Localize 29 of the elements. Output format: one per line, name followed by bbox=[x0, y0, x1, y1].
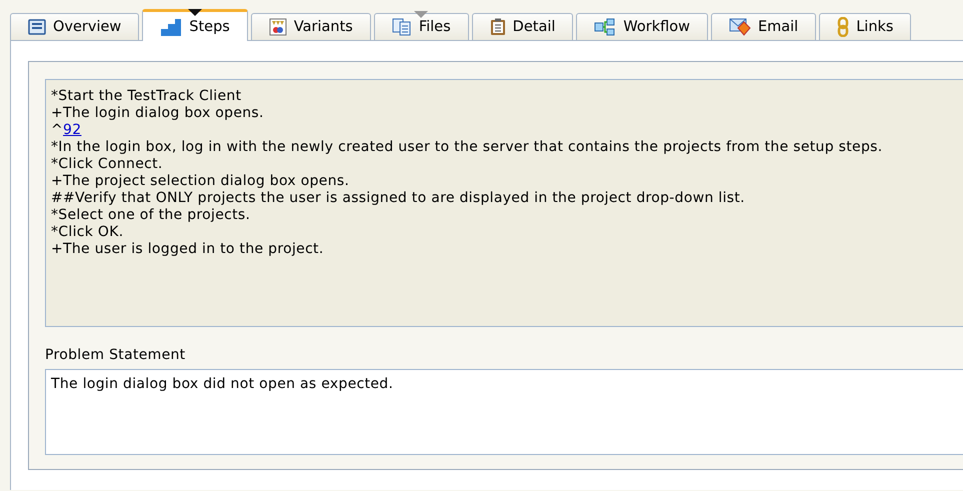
variants-icon bbox=[269, 18, 286, 36]
input-field[interactable]: The login dialog box did not open as expected. bbox=[45, 369, 963, 455]
tab[interactable]: Files bbox=[374, 13, 469, 40]
step-text: *Click OK. bbox=[51, 224, 124, 241]
tab[interactable]: Detail bbox=[472, 13, 574, 40]
tab[interactable]: Overview bbox=[10, 13, 140, 40]
step-text: +The project selection dialog box opens. bbox=[51, 173, 350, 190]
step-text: *Start the TestTrack Client bbox=[51, 88, 242, 105]
chain-icon bbox=[838, 17, 848, 37]
step-text: +The user is logged in to the project. bbox=[51, 241, 325, 258]
tab[interactable]: Email bbox=[710, 13, 816, 40]
step-text: +The login dialog box opens. bbox=[51, 105, 265, 122]
step-text: ##Verify that ONLY projects the user is assigned to are displayed in the project drop-down list. bbox=[51, 190, 746, 207]
stairs-icon bbox=[161, 18, 182, 36]
step-text: *Click Connect. bbox=[51, 156, 164, 173]
documents-icon bbox=[392, 18, 410, 36]
list-icon bbox=[28, 19, 46, 35]
link[interactable]: 92 bbox=[63, 122, 82, 138]
tab[interactable]: Steps bbox=[142, 9, 248, 41]
step-text: *In the login box, log in with the newly created user to the server that contains the projects from the setup steps. bbox=[51, 139, 884, 156]
envelope-tag-icon bbox=[729, 18, 751, 36]
step-text: *Select one of the projects. bbox=[51, 207, 252, 224]
step-text: ^ bbox=[51, 122, 64, 138]
clipboard-icon bbox=[490, 18, 505, 35]
field-label: Problem Statement bbox=[45, 347, 186, 363]
tab[interactable]: Workflow bbox=[576, 13, 708, 40]
workflow-icon bbox=[594, 18, 615, 36]
tab[interactable]: Links bbox=[819, 13, 912, 40]
tab[interactable]: Variants bbox=[250, 13, 371, 40]
